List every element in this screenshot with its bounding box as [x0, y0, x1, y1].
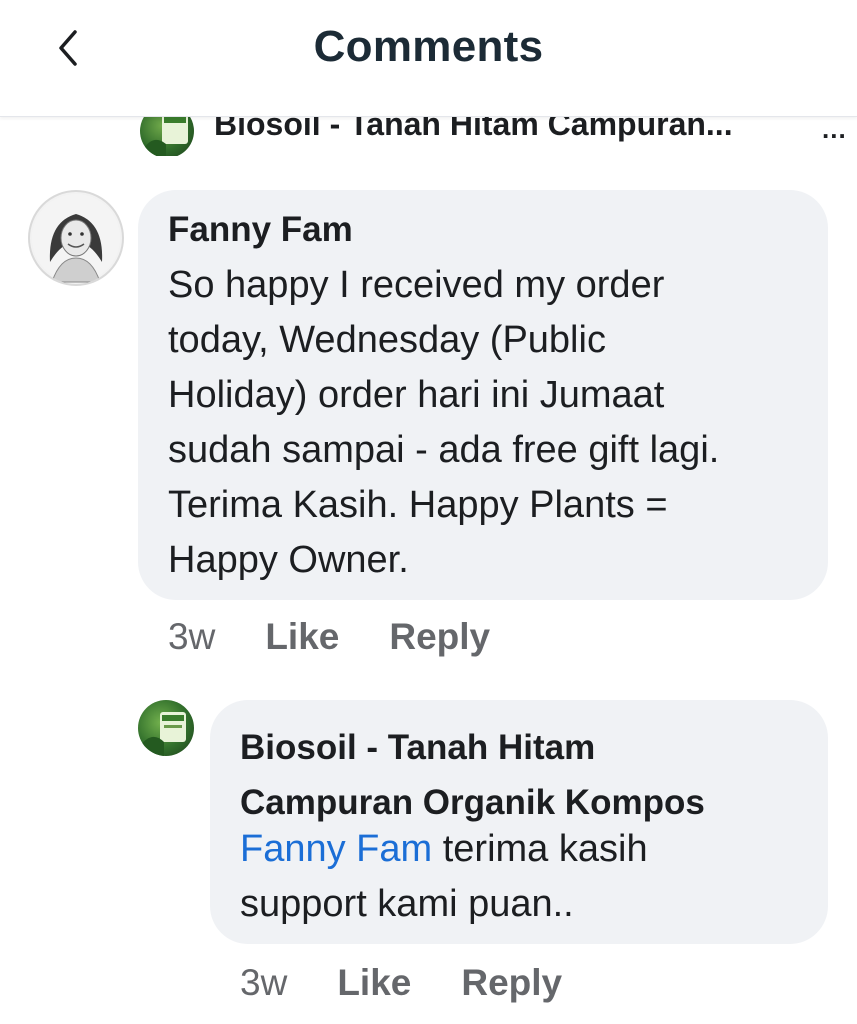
- reply-actions: 3w Like Reply: [240, 962, 562, 1004]
- comment-line: sudah sampai - ada free gift lagi.: [168, 429, 720, 471]
- product-bag-icon: [140, 712, 186, 756]
- comment-line: Terima Kasih. Happy Plants =: [168, 484, 668, 526]
- reply-author-line: Biosoil - Tanah Hitam: [240, 728, 596, 767]
- mention-link[interactable]: Fanny Fam: [240, 828, 432, 870]
- comment-line: Holiday) order hari ini Jumaat: [168, 374, 665, 416]
- comment-text: So happy I received my order today, Wedn…: [168, 258, 719, 588]
- comment-actions: 3w Like Reply: [168, 616, 490, 658]
- reply-timestamp: 3w: [240, 962, 288, 1003]
- reply-text-part: terima kasih: [432, 828, 648, 870]
- reply-button[interactable]: Reply: [461, 962, 562, 1004]
- reply-line: Fanny Fam terima kasih: [240, 822, 648, 877]
- fanny-fam-avatar[interactable]: [28, 190, 124, 286]
- comment-timestamp: 3w: [168, 616, 216, 657]
- reply-line: support kami puan..: [240, 883, 574, 925]
- more-options-icon[interactable]: ...: [822, 114, 847, 145]
- reply-text: Fanny Fam terima kasih support kami puan…: [240, 822, 648, 932]
- comment-line: Happy Owner.: [168, 539, 409, 581]
- comment-author[interactable]: Fanny Fam: [168, 210, 353, 250]
- reply-bubble[interactable]: Biosoil - Tanah Hitam Campuran Organik K…: [210, 700, 828, 944]
- header-bar: Comments: [0, 0, 857, 117]
- comment-line: today, Wednesday (Public: [168, 319, 606, 361]
- comment-bubble[interactable]: Fanny Fam So happy I received my order t…: [138, 190, 828, 600]
- biosoil-reply-avatar[interactable]: [138, 700, 194, 756]
- comment-line: So happy I received my order: [168, 264, 665, 306]
- like-button[interactable]: Like: [265, 616, 339, 658]
- like-button[interactable]: Like: [337, 962, 411, 1004]
- user-portrait-icon: [32, 194, 120, 283]
- reply-author[interactable]: Biosoil - Tanah Hitam Campuran Organik K…: [240, 720, 705, 830]
- reply-button[interactable]: Reply: [389, 616, 490, 658]
- page-title: Comments: [313, 22, 544, 71]
